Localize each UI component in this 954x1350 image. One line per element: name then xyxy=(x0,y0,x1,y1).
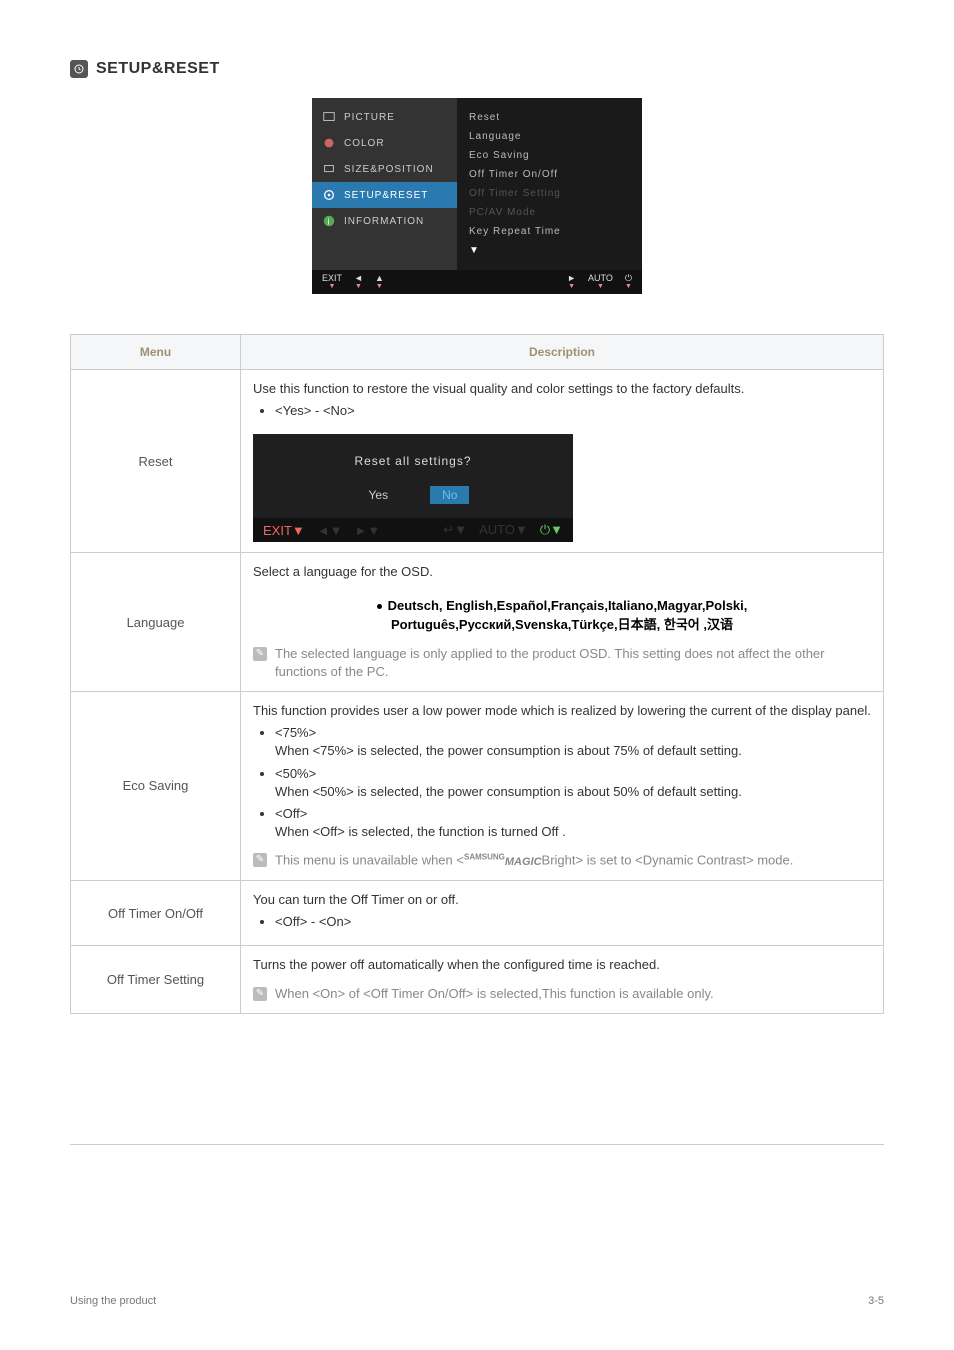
osd-right-menu: Reset Language Eco Saving Off Timer On/O… xyxy=(457,98,642,270)
row-lang-name: Language xyxy=(71,553,241,692)
reset-question: Reset all settings? xyxy=(263,454,563,468)
picture-icon xyxy=(322,110,336,124)
samsung-magic-logo: SAMSUNGMAGIC xyxy=(464,853,542,868)
row-timer-onoff-name: Off Timer On/Off xyxy=(71,880,241,945)
reset-foot-power: ⏻▼ xyxy=(540,522,563,538)
setup-reset-icon xyxy=(70,60,88,78)
color-icon xyxy=(322,136,336,150)
osd-foot-auto: AUTO▼ xyxy=(588,274,613,290)
osd-right-item: Off Timer Setting xyxy=(469,184,630,203)
th-desc: Description xyxy=(241,335,884,370)
osd-menu-color: COLOR xyxy=(312,130,457,156)
reset-foot-enter: ↵▼ xyxy=(443,522,467,538)
row-eco-name: Eco Saving xyxy=(71,691,241,880)
osd-menu-label: PICTURE xyxy=(344,112,395,123)
setup-icon xyxy=(322,188,336,202)
osd-menu-label: SIZE&POSITION xyxy=(344,164,434,175)
row-reset-name: Reset xyxy=(71,370,241,553)
lang-line1: Deutsch, English,Español,Français,Italia… xyxy=(388,598,748,613)
osd-menu-label: COLOR xyxy=(344,138,385,149)
lang-intro: Select a language for the OSD. xyxy=(253,563,871,581)
osd-screenshot: PICTURE COLOR SIZE&POSITION SETUP&RESET … xyxy=(70,98,884,294)
footer-right: 3-5 xyxy=(868,1295,884,1307)
osd-foot-right: ►▼ xyxy=(567,274,576,290)
row-eco-desc: This function provides user a low power … xyxy=(241,691,884,880)
bullet-icon xyxy=(377,604,382,609)
reset-yes: Yes xyxy=(357,486,401,504)
svg-text:i: i xyxy=(328,217,331,227)
note-icon: ✎ xyxy=(253,987,267,1001)
osd-menu-info: i INFORMATION xyxy=(312,208,457,234)
osd-menu-setupreset: SETUP&RESET xyxy=(312,182,457,208)
eco-note-text: This menu is unavailable when <SAMSUNGMA… xyxy=(275,851,793,870)
eco-intro: This function provides user a low power … xyxy=(253,702,871,720)
osd-left-menu: PICTURE COLOR SIZE&POSITION SETUP&RESET … xyxy=(312,98,457,270)
timer-set-note: ✎ When <On> of <Off Timer On/Off> is sel… xyxy=(253,985,871,1003)
osd-right-item: Language xyxy=(469,127,630,146)
footer-left: Using the product xyxy=(70,1295,156,1307)
osd-menu-picture: PICTURE xyxy=(312,104,457,130)
eco-opt-off: <Off>When <Off> is selected, the functio… xyxy=(275,805,871,841)
th-menu: Menu xyxy=(71,335,241,370)
osd-right-arrow: ▼ xyxy=(469,241,630,260)
osd-footer: EXIT▼ ◄▼ ▲▼ ►▼ AUTO▼ ⏻▼ xyxy=(312,270,642,294)
osd-menu-label: INFORMATION xyxy=(344,216,424,227)
row-timer-set-name: Off Timer Setting xyxy=(71,946,241,1013)
reset-no: No xyxy=(430,486,469,504)
menu-table: Menu Description Reset Use this function… xyxy=(70,334,884,1014)
lang-note: ✎ The selected language is only applied … xyxy=(253,645,871,681)
row-lang-desc: Select a language for the OSD. Deutsch, … xyxy=(241,553,884,692)
reset-opts: <Yes> - <No> xyxy=(275,402,871,420)
reset-foot-left: ◄▼ xyxy=(317,523,343,538)
section-heading: SETUP&RESET xyxy=(70,60,884,78)
osd-right-item: Key Repeat Time xyxy=(469,222,630,241)
osd-right-item: Off Timer On/Off xyxy=(469,165,630,184)
osd-menu-label: SETUP&RESET xyxy=(344,190,428,201)
eco-opt-50: <50%>When <50%> is selected, the power c… xyxy=(275,765,871,801)
osd-foot-power: ⏻▼ xyxy=(625,274,632,290)
osd-menu-sizepos: SIZE&POSITION xyxy=(312,156,457,182)
reset-foot-right: ►▼ xyxy=(355,523,381,538)
lang-line2: Português,Русский,Svenska,Türkçe,日本語, 한국… xyxy=(391,617,733,632)
osd-right-item: Reset xyxy=(469,108,630,127)
footer-divider xyxy=(70,1144,884,1145)
osd-foot-left: ◄▼ xyxy=(354,274,363,290)
osd-foot-up: ▲▼ xyxy=(375,274,384,290)
timer-onoff-opts: <Off> - <On> xyxy=(275,913,871,931)
timer-set-note-text: When <On> of <Off Timer On/Off> is selec… xyxy=(275,985,714,1003)
lang-note-text: The selected language is only applied to… xyxy=(275,645,871,681)
timer-set-intro: Turns the power off automatically when t… xyxy=(253,956,871,974)
timer-onoff-intro: You can turn the Off Timer on or off. xyxy=(253,891,871,909)
section-title: SETUP&RESET xyxy=(96,60,220,78)
note-icon: ✎ xyxy=(253,647,267,661)
osd-right-item: PC/AV Mode xyxy=(469,203,630,222)
page-footer: Using the product 3-5 xyxy=(70,1285,884,1307)
language-list: Deutsch, English,Español,Français,Italia… xyxy=(253,596,871,635)
reset-foot-exit: EXIT▼ xyxy=(263,523,305,538)
reset-dialog: Reset all settings? Yes No EXIT▼ ◄▼ ►▼ xyxy=(253,434,573,542)
info-icon: i xyxy=(322,214,336,228)
reset-foot-auto: AUTO▼ xyxy=(479,522,528,538)
note-icon: ✎ xyxy=(253,853,267,867)
eco-note: ✎ This menu is unavailable when <SAMSUNG… xyxy=(253,851,871,870)
reset-intro: Use this function to restore the visual … xyxy=(253,380,871,398)
osd-right-item: Eco Saving xyxy=(469,146,630,165)
row-timer-set-desc: Turns the power off automatically when t… xyxy=(241,946,884,1013)
row-reset-desc: Use this function to restore the visual … xyxy=(241,370,884,553)
osd-foot-exit: EXIT▼ xyxy=(322,274,342,290)
eco-opt-75: <75%>When <75%> is selected, the power c… xyxy=(275,724,871,760)
size-icon xyxy=(322,162,336,176)
row-timer-onoff-desc: You can turn the Off Timer on or off. <O… xyxy=(241,880,884,945)
